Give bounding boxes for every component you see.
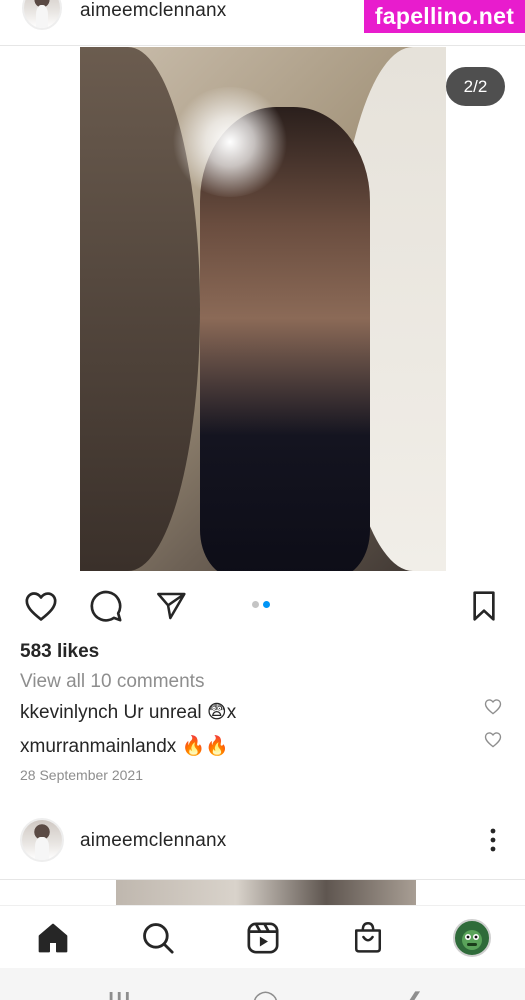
recents-button[interactable]: ||| [108,988,132,1000]
comment-author[interactable]: kkevinlynch [20,702,118,723]
comment-text: 🔥🔥 [176,736,229,757]
comment-author[interactable]: xmurranmainlandx [20,736,176,757]
post-photo[interactable] [116,880,416,908]
post-username[interactable]: aimeemclennanx [80,0,226,22]
post-date: 28 September 2021 [20,767,143,783]
bottom-nav [0,905,525,968]
profile-avatar[interactable] [453,919,491,957]
likes-count[interactable]: 583 likes [20,641,99,663]
watermark-logo: fapellino.net [364,0,525,33]
system-nav-bar: ||| ◯ ❮ [0,968,525,1000]
send-icon[interactable] [152,588,190,624]
photo-counter-badge: 2/2 [446,67,505,106]
carousel-indicator [252,600,276,608]
comment-item: xmurranmainlandx 🔥🔥 [20,734,229,758]
comment-like-icon[interactable] [484,698,502,720]
post-header: aimeemclennanx [0,805,525,880]
more-vertical-icon[interactable] [482,825,504,855]
avatar[interactable] [22,0,62,30]
shop-icon[interactable] [349,918,387,956]
bookmark-icon[interactable] [468,588,500,624]
comment-like-icon[interactable] [484,731,502,753]
search-icon[interactable] [139,920,177,956]
home-button[interactable]: ◯ [252,988,279,1000]
comment-text: Ur unreal 😨x [118,702,237,723]
carousel-dot-active [263,600,270,608]
reels-icon[interactable] [244,920,282,956]
home-icon[interactable] [34,920,72,956]
comment-item: kkevinlynch Ur unreal 😨x [20,701,236,724]
back-button[interactable]: ❮ [405,988,423,1000]
comment-icon[interactable] [87,588,125,624]
carousel-dot [252,600,259,608]
avatar[interactable] [20,818,64,862]
post-photo[interactable] [80,47,446,571]
post-username[interactable]: aimeemclennanx [80,830,226,852]
heart-icon[interactable] [22,588,60,624]
view-all-comments-link[interactable]: View all 10 comments [20,671,204,693]
